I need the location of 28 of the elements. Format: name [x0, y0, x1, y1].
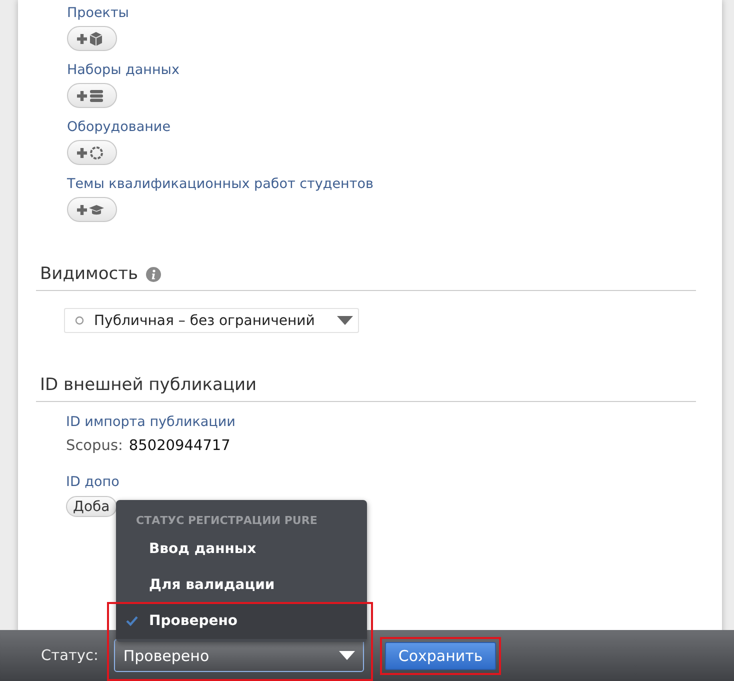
status-label: Статус: [41, 648, 98, 664]
radio-icon [75, 316, 84, 325]
menu-item[interactable]: Проверено [116, 603, 367, 639]
field-label: Оборудование [67, 119, 170, 135]
visibility-dropdown[interactable]: Публичная – без ограничений [64, 308, 359, 333]
info-icon[interactable] [146, 266, 162, 282]
save-button[interactable]: Сохранить [385, 642, 496, 670]
field-label: Темы квалификационных работ студентов [67, 176, 374, 192]
check-icon [126, 616, 138, 626]
add-button[interactable]: Доба [66, 496, 117, 517]
add-button[interactable] [67, 83, 117, 108]
menu-item[interactable]: Для валидации [116, 567, 367, 603]
field-label: Наборы данных [67, 62, 180, 78]
field-label: ID допо [66, 474, 120, 490]
field-label: Проекты [67, 5, 129, 21]
id-value: 85020944717 [128, 438, 230, 454]
add-button[interactable] [67, 197, 117, 222]
source-label: Scopus: [66, 438, 123, 454]
add-button[interactable] [67, 140, 117, 165]
status-dropdown[interactable]: Проверено [114, 639, 364, 672]
field-label: ID импорта публикации [66, 414, 236, 430]
add-button[interactable] [67, 26, 117, 51]
caret-icon [337, 316, 353, 325]
section-heading: ID внешней публикации [40, 375, 257, 395]
menu-item[interactable]: Ввод данных [116, 531, 367, 567]
caret-icon [339, 651, 356, 660]
menu-heading: СТАТУС РЕГИСТРАЦИИ PURE [135, 514, 318, 527]
section-heading: Видимость [40, 264, 138, 284]
